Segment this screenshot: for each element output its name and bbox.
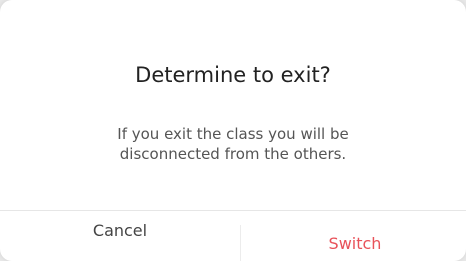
dialog-title: Determine to exit? [135, 63, 331, 87]
dialog-message: If you exit the class you will be discon… [40, 124, 426, 164]
button-row-divider [0, 210, 466, 211]
switch-button[interactable]: Switch [275, 234, 435, 254]
exit-confirm-dialog: Determine to exit? If you exit the class… [0, 0, 466, 261]
dialog-message-line-1: If you exit the class you will be [117, 125, 349, 143]
cancel-button[interactable]: Cancel [40, 221, 200, 241]
button-separator [240, 225, 241, 261]
dialog-message-line-2: disconnected from the others. [119, 145, 347, 163]
